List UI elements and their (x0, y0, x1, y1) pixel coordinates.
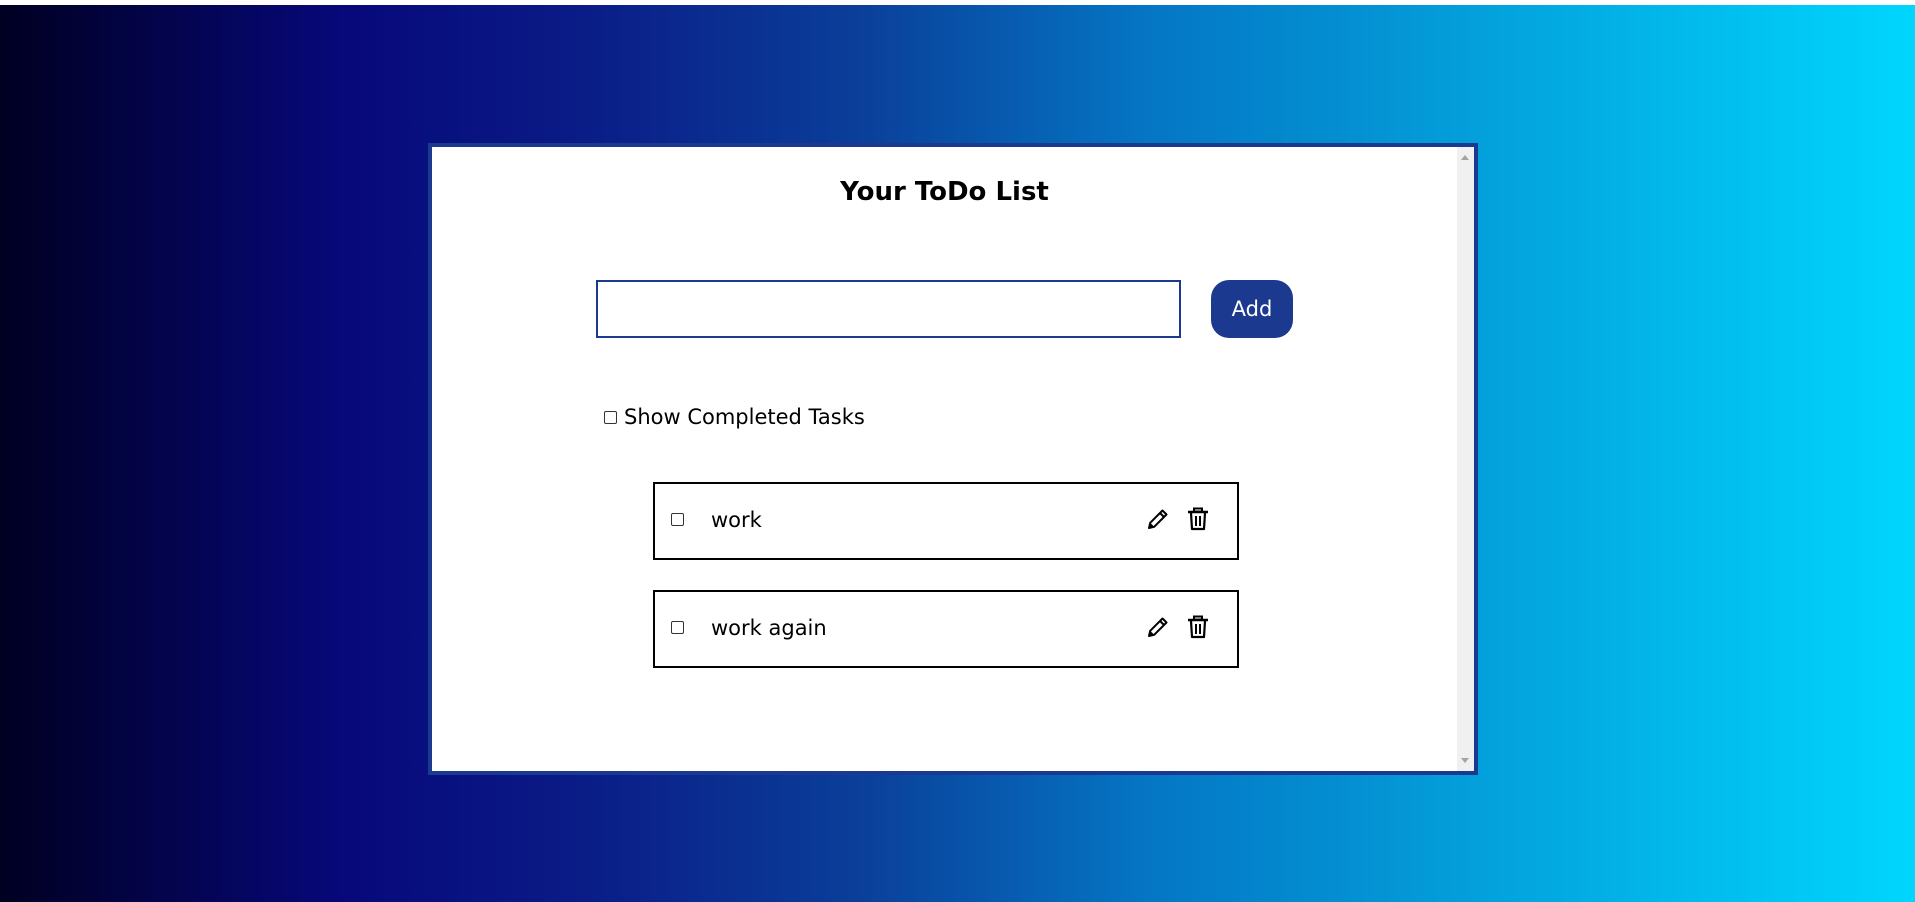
todo-card: Your ToDo List Add Show Completed Tasks … (428, 143, 1478, 775)
todo-item: work again (653, 590, 1239, 668)
edit-button[interactable] (1145, 614, 1171, 640)
scroll-up-arrow-icon[interactable] (1461, 155, 1469, 160)
delete-button[interactable] (1185, 614, 1211, 640)
trash-icon (1188, 507, 1208, 531)
add-button[interactable]: Add (1211, 280, 1293, 338)
todo-checkbox[interactable] (671, 621, 684, 634)
todo-checkbox[interactable] (671, 513, 684, 526)
show-completed-label: Show Completed Tasks (624, 405, 865, 429)
pencil-icon (1148, 617, 1168, 637)
delete-button[interactable] (1185, 506, 1211, 532)
scrollbar[interactable] (1457, 147, 1474, 771)
pencil-icon (1148, 509, 1168, 529)
todo-item: work (653, 482, 1239, 560)
scroll-down-arrow-icon[interactable] (1461, 758, 1469, 763)
trash-icon (1188, 615, 1208, 639)
todo-text: work again (711, 616, 827, 640)
edit-button[interactable] (1145, 506, 1171, 532)
todo-text: work (711, 508, 762, 532)
show-completed-toggle[interactable]: Show Completed Tasks (604, 405, 865, 429)
show-completed-checkbox[interactable] (604, 410, 617, 424)
new-task-input[interactable] (596, 280, 1181, 338)
page-title: Your ToDo List (840, 177, 1049, 207)
